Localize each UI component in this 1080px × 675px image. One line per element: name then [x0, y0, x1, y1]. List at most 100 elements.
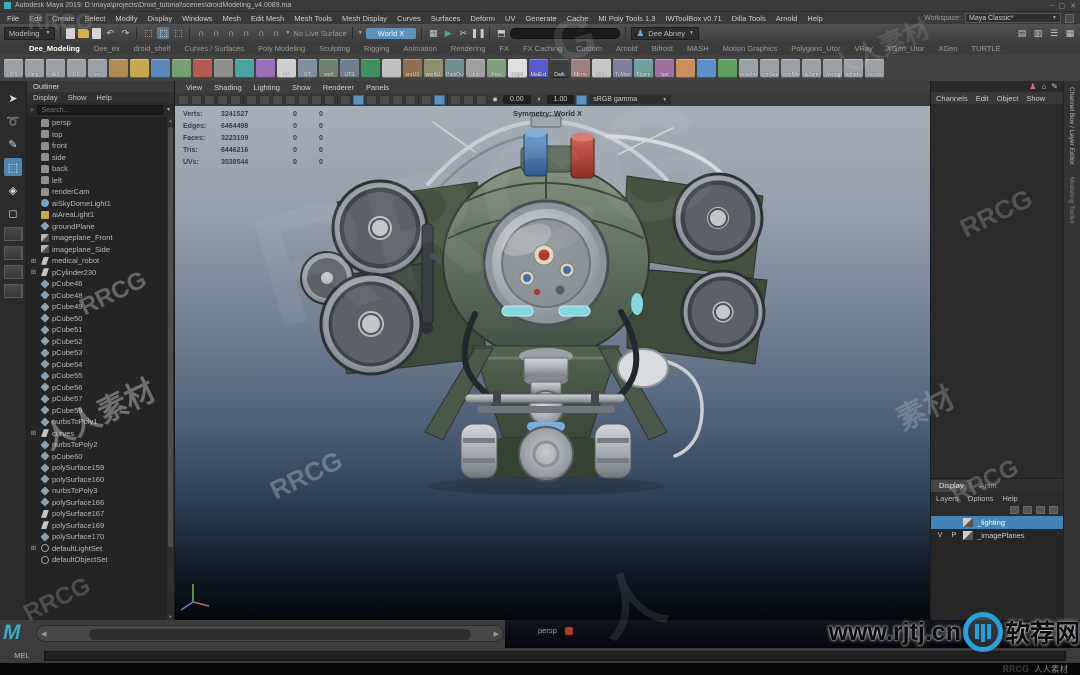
shelf-icon-bigsm[interactable]: Bigsm: [634, 59, 653, 78]
help-menu[interactable]: Help: [1002, 494, 1017, 503]
persp-outliner-layout-button[interactable]: [4, 284, 23, 298]
shelf-icon-symmir[interactable]: symMir: [781, 59, 800, 78]
menu-surfaces[interactable]: Surfaces: [426, 14, 466, 23]
outliner-item-pcube56[interactable]: pCube56: [27, 382, 174, 394]
ipr-render-icon[interactable]: ▶: [442, 27, 454, 39]
shelf-icon-9[interactable]: [193, 59, 212, 78]
snap-grid-icon[interactable]: ∩: [195, 27, 207, 39]
outliner-item-pcylinder230[interactable]: ⊞pCylinder230: [27, 267, 174, 279]
two-pane-layout-button[interactable]: [4, 246, 23, 260]
range-right-icon[interactable]: ▶: [494, 630, 499, 638]
range-left-icon[interactable]: ◀: [41, 630, 46, 638]
menu-arnold[interactable]: Arnold: [771, 14, 803, 23]
shelf-icon-7[interactable]: [151, 59, 170, 78]
safe-title-icon[interactable]: [324, 95, 335, 105]
shelf-icon-ds[interactable]: DS: [67, 59, 86, 78]
move-layer-down-icon[interactable]: [1023, 506, 1032, 514]
options-menu[interactable]: Options: [968, 494, 994, 503]
bookmark-icon[interactable]: [217, 95, 228, 105]
outliner-item-groundplane[interactable]: groundPlane: [27, 221, 174, 233]
search-input[interactable]: [37, 105, 163, 115]
menu-windows[interactable]: Windows: [177, 14, 217, 23]
tab-display[interactable]: Display: [931, 480, 972, 492]
outliner-menu-show[interactable]: Show: [68, 93, 87, 102]
outliner-item-pcube54[interactable]: pCube54: [27, 359, 174, 371]
empty-layer-icon[interactable]: [1036, 506, 1045, 514]
outliner-menu-help[interactable]: Help: [96, 93, 111, 102]
layer-row-imageplanes[interactable]: VP_imagePlanes: [931, 529, 1063, 542]
outliner-item-aiskydomelight1[interactable]: aiSkyDomeLight1: [27, 198, 174, 210]
character-icon[interactable]: ♟: [1029, 82, 1036, 91]
shelf-tab-rendering[interactable]: Rendering: [444, 44, 493, 55]
shelf-icon-dup[interactable]: dup: [466, 59, 485, 78]
shelf-icon-symsee[interactable]: symSee: [760, 59, 779, 78]
outliner-item-pcube51[interactable]: pCube51: [27, 324, 174, 336]
shelf-icon-34[interactable]: [718, 59, 737, 78]
menu-mesh-tools[interactable]: Mesh Tools: [289, 14, 337, 23]
snap-point-icon[interactable]: ∩: [225, 27, 237, 39]
layer-row-lighting[interactable]: _lighting: [931, 516, 1063, 529]
shelf-icon-putkou[interactable]: PutkOu: [445, 59, 464, 78]
redo-icon[interactable]: ↷: [119, 27, 131, 39]
render-view-icon[interactable]: ▦: [427, 27, 439, 39]
menu-curves[interactable]: Curves: [392, 14, 426, 23]
outliner-item-pcube55[interactable]: pCube55: [27, 370, 174, 382]
outliner-item-nurbstopoly2[interactable]: nurbsToPoly2: [27, 439, 174, 451]
color-management-icon[interactable]: [576, 95, 587, 105]
plugin-icon[interactable]: [450, 95, 461, 105]
outliner-item-side[interactable]: side: [27, 152, 174, 164]
outliner-item-polysurface169[interactable]: polySurface169: [27, 520, 174, 532]
scroll-down-icon[interactable]: ▼: [167, 614, 174, 619]
expand-icon[interactable]: ⊞: [29, 268, 38, 276]
four-pane-layout-button[interactable]: [4, 265, 23, 279]
shelf-tab-motion-graphics[interactable]: Motion Graphics: [716, 44, 785, 55]
shelf-icon-18[interactable]: [382, 59, 401, 78]
lock-camera-icon[interactable]: [191, 95, 202, 105]
outliner-item-front[interactable]: front: [27, 140, 174, 152]
shelf-icon-33[interactable]: [697, 59, 716, 78]
channel-box-icon[interactable]: ▦: [1064, 27, 1076, 39]
shelf-icon-32[interactable]: [676, 59, 695, 78]
command-line-mode[interactable]: MEL: [0, 651, 44, 660]
viewport-menu-view[interactable]: View: [180, 83, 208, 92]
symmetry-field[interactable]: World X: [366, 28, 417, 39]
exposure-icon[interactable]: ✹: [489, 94, 501, 106]
shelf-icon-dark[interactable]: Dark: [550, 59, 569, 78]
shelf-tab-turtle[interactable]: TURTLE: [965, 44, 1008, 55]
gate-mask-icon[interactable]: [285, 95, 296, 105]
sculpt-icon[interactable]: ⬒: [495, 27, 507, 39]
xray-icon[interactable]: [434, 95, 445, 105]
range-slider-thumb[interactable]: [89, 629, 471, 640]
outliner-item-pcube53[interactable]: pCube53: [27, 347, 174, 359]
shelf-icon-i-s[interactable]: I&S: [46, 59, 65, 78]
shadows-icon[interactable]: [392, 95, 403, 105]
quick-selection-field[interactable]: [510, 28, 620, 39]
field-chart-icon[interactable]: [298, 95, 309, 105]
layer-playback-toggle[interactable]: P: [949, 532, 959, 539]
expand-icon[interactable]: ⊞: [29, 544, 38, 552]
move-tool-icon[interactable]: ⬚: [4, 158, 22, 176]
shelf-icon-pres[interactable]: Pres: [487, 59, 506, 78]
menu-dilla-tools[interactable]: Dilla Tools: [727, 14, 771, 23]
lights-icon[interactable]: [379, 95, 390, 105]
tab-modeling-toolkit[interactable]: Modeling Toolkit: [1064, 171, 1075, 230]
outliner-item-pcube50[interactable]: pCube50: [27, 313, 174, 325]
outliner-item-aiarealight1[interactable]: aiAreaLight1: [27, 209, 174, 221]
shelf-tab-polygons-utor[interactable]: Polygons_Utor: [784, 44, 847, 55]
menu-create[interactable]: Create: [47, 14, 80, 23]
object-menu[interactable]: Object: [997, 94, 1019, 103]
shelf-icon-10[interactable]: [214, 59, 233, 78]
tab-channel-box-layer-editor[interactable]: Channel Box / Layer Editor: [1064, 81, 1075, 171]
shelf-icon-6[interactable]: [130, 59, 149, 78]
make-live-icon[interactable]: ∩: [270, 27, 282, 39]
menu-deform[interactable]: Deform: [465, 14, 500, 23]
range-slider[interactable]: ◀ ▶: [36, 625, 504, 642]
shelf-tab-rigging[interactable]: Rigging: [357, 44, 396, 55]
outliner-item-pcube49[interactable]: pCube49: [27, 301, 174, 313]
shelf-icon-worlul[interactable]: worlUL: [424, 59, 443, 78]
scale-tool-icon[interactable]: ◻: [4, 204, 22, 222]
shelf-tab-bifrost[interactable]: Bifrost: [645, 44, 680, 55]
wireframe-icon[interactable]: [340, 95, 351, 105]
view-transform-dropdown[interactable]: sRGB gamma ▼: [589, 95, 671, 104]
outliner-item-defaultlightset[interactable]: ⊞defaultLightSet: [27, 543, 174, 555]
